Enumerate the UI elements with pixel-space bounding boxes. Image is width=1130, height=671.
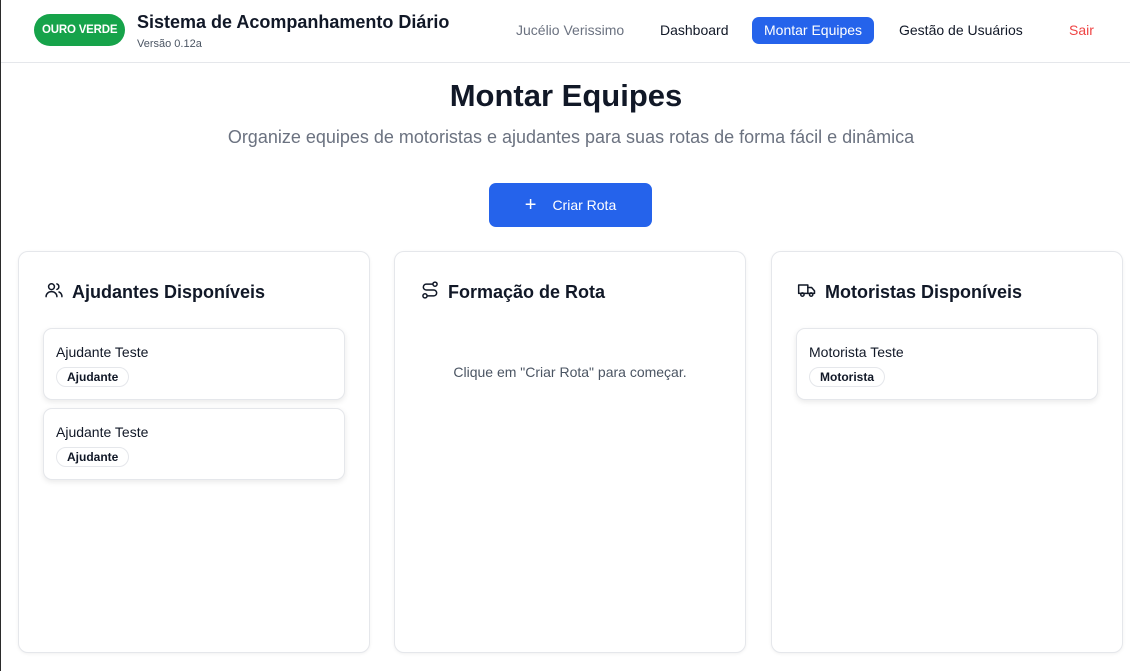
helper-name: Ajudante Teste bbox=[56, 344, 149, 360]
route-panel-header: Formação de Rota bbox=[420, 280, 605, 305]
page-title: Montar Equipes bbox=[449, 78, 683, 113]
create-route-label: Criar Rota bbox=[552, 197, 617, 213]
helpers-panel-header: Ajudantes Disponíveis bbox=[44, 280, 265, 305]
app-version: Versão 0.12a bbox=[137, 38, 202, 50]
route-panel-title: Formação de Rota bbox=[448, 282, 606, 302]
helper-card[interactable]: Ajudante Teste Ajudante bbox=[43, 328, 345, 400]
helpers-panel-title: Ajudantes Disponíveis bbox=[72, 282, 266, 302]
helpers-panel: Ajudantes Disponíveis Ajudante Teste Aju… bbox=[18, 251, 370, 653]
nav-gestao-usuarios[interactable]: Gestão de Usuários bbox=[899, 17, 1023, 44]
nav-montar-equipes[interactable]: Montar Equipes bbox=[752, 17, 875, 44]
helper-name: Ajudante Teste bbox=[56, 424, 149, 440]
helper-role-badge: Ajudante bbox=[56, 447, 130, 467]
route-builder-panel: Formação de Rota Clique em "Criar Rota" … bbox=[394, 251, 746, 653]
drivers-panel-header: Motoristas Disponíveis bbox=[797, 280, 1022, 305]
drivers-panel-title: Motoristas Disponíveis bbox=[825, 282, 1023, 302]
top-navbar: OURO VERDE Sistema de Acompanhamento Diá… bbox=[1, 0, 1130, 63]
driver-role-badge: Motorista bbox=[809, 367, 885, 387]
route-empty-message: Clique em "Criar Rota" para começar. bbox=[453, 364, 687, 380]
drivers-panel: Motoristas Disponíveis Motorista Teste M… bbox=[771, 251, 1123, 653]
app-title: Sistema de Acompanhamento Diário bbox=[137, 12, 450, 32]
plus-icon: + bbox=[524, 194, 537, 216]
page-subtitle: Organize equipes de motoristas e ajudant… bbox=[227, 127, 915, 147]
route-icon bbox=[420, 280, 440, 305]
brand-logo[interactable]: OURO VERDE bbox=[34, 14, 126, 46]
helper-role-badge: Ajudante bbox=[56, 367, 130, 387]
users-icon bbox=[44, 280, 64, 305]
create-route-button[interactable]: + Criar Rota bbox=[489, 183, 652, 227]
driver-card[interactable]: Motorista Teste Motorista bbox=[796, 328, 1098, 400]
current-user-name: Jucélio Verissimo bbox=[516, 22, 625, 38]
app-frame: OURO VERDE Sistema de Acompanhamento Diá… bbox=[0, 0, 1130, 671]
logout-link[interactable]: Sair bbox=[1069, 17, 1094, 44]
helper-card[interactable]: Ajudante Teste Ajudante bbox=[43, 408, 345, 480]
truck-icon bbox=[797, 280, 817, 305]
driver-name: Motorista Teste bbox=[809, 344, 904, 360]
nav-dashboard[interactable]: Dashboard bbox=[660, 17, 729, 44]
